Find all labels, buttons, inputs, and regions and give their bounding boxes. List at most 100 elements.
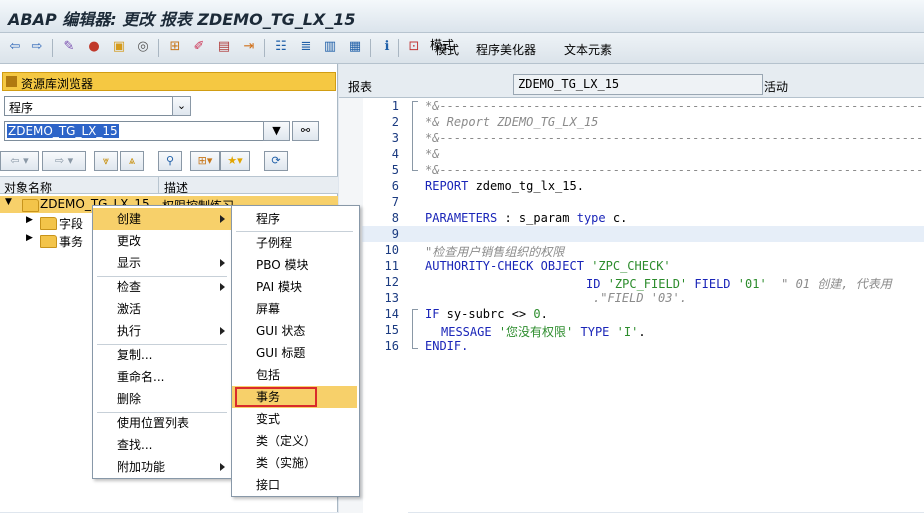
menu-item-rename[interactable]: 重命名... bbox=[93, 366, 231, 388]
code-line-8: PARAMETERS : s_param type c. bbox=[425, 211, 628, 225]
display-button[interactable]: ⚯ bbox=[292, 121, 319, 141]
object-type-dropdown-button[interactable]: ⌄ bbox=[172, 96, 191, 116]
hierarchy-icon[interactable]: ⊞ bbox=[166, 38, 184, 56]
tree-row-transactions[interactable]: ▶ 事务 bbox=[0, 232, 100, 249]
menu-item-activate[interactable]: 激活 bbox=[93, 298, 231, 320]
code-line-16: MESSAGE '您没有权限' TYPE 'I'. bbox=[441, 325, 646, 339]
application-toolbar: ⇦ ⇨ ✎ ● ▣ ◎ ⊞ ✐ ▤ ⇥ ☷ ≣ ▥ ▦ ℹ ⊡ 模式 模式 程序… bbox=[0, 33, 924, 64]
back-icon[interactable]: ⇦ bbox=[6, 38, 24, 56]
submenu-item-class-implementation[interactable]: 类（实施） bbox=[232, 452, 357, 474]
submenu-item-class-definition[interactable]: 类（定义） bbox=[232, 430, 357, 452]
line-number: 12 bbox=[384, 275, 399, 289]
line-number: 5 bbox=[391, 163, 399, 177]
mode-button-label[interactable]: 模式 bbox=[435, 41, 459, 58]
menu-item-change[interactable]: 更改 bbox=[93, 230, 231, 252]
split-icon[interactable]: ▦ bbox=[346, 38, 364, 56]
menu-item-utilities[interactable]: 附加功能 bbox=[93, 456, 231, 478]
other-object-icon[interactable]: ▣ bbox=[110, 38, 128, 56]
tree-icon bbox=[6, 76, 17, 87]
code-line-17: ENDIF. bbox=[425, 339, 469, 353]
submenu-item-screen[interactable]: 屏幕 bbox=[232, 298, 357, 320]
insert-icon[interactable]: ⇥ bbox=[240, 38, 258, 56]
test-icon[interactable]: ✐ bbox=[190, 38, 208, 56]
submenu-arrow-icon bbox=[220, 463, 225, 471]
column-object-name[interactable]: 对象名称 bbox=[4, 179, 52, 196]
code-line-5: *&--------------------------------------… bbox=[425, 163, 924, 177]
code-line-12: ID 'ZPC_FIELD' FIELD '01' " 01 创建, 代表用 bbox=[586, 277, 892, 291]
submenu-item-pai-module[interactable]: PAI 模块 bbox=[232, 276, 357, 298]
object-type-select[interactable]: 程序 bbox=[4, 96, 176, 116]
menu-item-create[interactable]: 创建 bbox=[93, 208, 231, 230]
forward-icon[interactable]: ⇨ bbox=[28, 38, 46, 56]
line-number: 14 bbox=[384, 307, 399, 321]
window-title: ABAP 编辑器: 更改 报表 ZDEMO_TG_LX_15 bbox=[8, 10, 356, 29]
create-submenu: 程序 子例程 PBO 模块 PAI 模块 屏幕 GUI 状态 GUI 标题 包括… bbox=[231, 205, 360, 497]
code-line-3: *&--------------------------------------… bbox=[425, 131, 924, 145]
info-icon[interactable]: ℹ bbox=[378, 38, 396, 56]
menu-item-find[interactable]: 查找... bbox=[93, 434, 231, 456]
program-name-value: ZDEMO_TG_LX_15 bbox=[518, 77, 620, 91]
submenu-item-interface[interactable]: 接口 bbox=[232, 474, 357, 496]
next-object-button[interactable]: ⇨ ▾ bbox=[42, 151, 86, 171]
submenu-item-gui-status[interactable]: GUI 状态 bbox=[232, 320, 357, 342]
breakpoint-icon[interactable]: ≣ bbox=[297, 38, 315, 56]
line-number: 13 bbox=[384, 291, 399, 305]
submenu-item-variant[interactable]: 变式 bbox=[232, 408, 357, 430]
menu-item-check[interactable]: 检查 bbox=[93, 276, 231, 298]
submenu-item-pbo-module[interactable]: PBO 模块 bbox=[232, 254, 357, 276]
submenu-item-transaction[interactable]: 事务 bbox=[232, 386, 357, 408]
expand-triangle-icon[interactable]: ▶ bbox=[26, 215, 33, 225]
expand-icon[interactable]: ⩔ bbox=[94, 151, 118, 171]
favorites-icon[interactable]: ★▾ bbox=[220, 151, 250, 171]
object-list-icon[interactable]: ☷ bbox=[272, 38, 290, 56]
line-number: 15 bbox=[384, 323, 399, 337]
chevron-down-icon: ⌄ bbox=[176, 99, 187, 112]
context-menu: 创建 更改 显示 检查 激活 执行 复制... 重命名... 删除 使用位置列表… bbox=[92, 205, 234, 479]
pattern-icon[interactable]: ⊡ bbox=[405, 38, 423, 56]
menu-item-where-used[interactable]: 使用位置列表 bbox=[93, 412, 231, 434]
collapse-triangle-icon[interactable]: ▼ bbox=[5, 197, 12, 207]
active-inactive-icon[interactable]: ● bbox=[85, 38, 103, 56]
where-used-icon[interactable]: ▤ bbox=[215, 38, 233, 56]
find-icon[interactable]: ⚲ bbox=[158, 151, 182, 171]
repository-browser-title: 资源库浏览器 bbox=[21, 77, 94, 91]
submenu-arrow-icon bbox=[220, 215, 225, 223]
refresh-icon[interactable]: ⟳ bbox=[264, 151, 288, 171]
activate-icon[interactable]: ◎ bbox=[134, 38, 152, 56]
line-number: 1 bbox=[391, 99, 399, 113]
fold-marker[interactable] bbox=[412, 101, 418, 171]
object-name-input[interactable]: ZDEMO_TG_LX_15 bbox=[4, 121, 264, 141]
program-name-field: ZDEMO_TG_LX_15 bbox=[513, 74, 763, 95]
submenu-item-subroutine[interactable]: 子例程 bbox=[232, 232, 357, 254]
layout-icon[interactable]: ▥ bbox=[321, 38, 339, 56]
submenu-item-include[interactable]: 包括 bbox=[232, 364, 357, 386]
pretty-printer-button[interactable]: 程序美化器 bbox=[476, 41, 536, 58]
collapse-icon[interactable]: ⩓ bbox=[120, 151, 144, 171]
expand-triangle-icon[interactable]: ▶ bbox=[26, 233, 33, 243]
line-number: 16 bbox=[384, 339, 399, 353]
object-name-dropdown-button[interactable]: ▼ bbox=[263, 121, 290, 141]
menu-item-delete[interactable]: 删除 bbox=[93, 388, 231, 410]
code-line-13: ."FIELD '03'. bbox=[593, 291, 687, 305]
submenu-item-program[interactable]: 程序 bbox=[232, 208, 357, 230]
line-number: 4 bbox=[391, 147, 399, 161]
menu-item-execute[interactable]: 执行 bbox=[93, 320, 231, 342]
tree-row-fields[interactable]: ▶ 字段 bbox=[0, 214, 100, 231]
text-elements-button[interactable]: 文本元素 bbox=[564, 41, 612, 58]
menu-item-display[interactable]: 显示 bbox=[93, 252, 231, 274]
line-number: 7 bbox=[391, 195, 399, 209]
previous-object-button[interactable]: ⇦ ▾ bbox=[0, 151, 39, 171]
editor-header: 报表 ZDEMO_TG_LX_15 活动 bbox=[339, 64, 924, 100]
repository-browser-header[interactable]: 资源库浏览器 bbox=[2, 72, 336, 91]
hierarchy-icon[interactable]: ⊞▾ bbox=[190, 151, 220, 171]
object-type-label: 报表 bbox=[348, 80, 373, 94]
submenu-arrow-icon bbox=[220, 327, 225, 335]
column-description[interactable]: 描述 bbox=[164, 179, 188, 196]
fold-marker[interactable] bbox=[412, 309, 418, 349]
folder-icon bbox=[40, 217, 57, 230]
submenu-arrow-icon bbox=[220, 283, 225, 291]
display-change-icon[interactable]: ✎ bbox=[60, 38, 78, 56]
submenu-item-gui-title[interactable]: GUI 标题 bbox=[232, 342, 357, 364]
folder-icon bbox=[40, 235, 57, 248]
menu-item-copy[interactable]: 复制... bbox=[93, 344, 231, 366]
